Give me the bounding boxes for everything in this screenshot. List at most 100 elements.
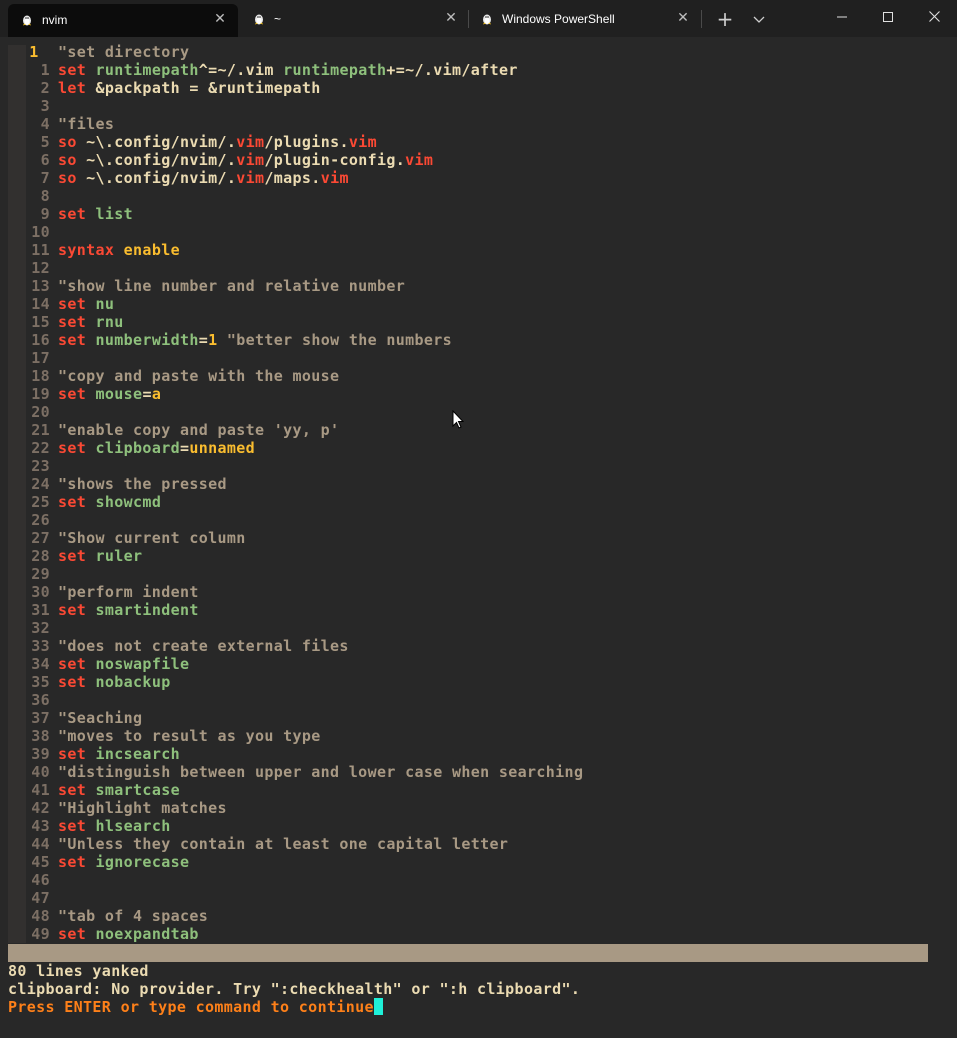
line-number: 21 xyxy=(31,421,50,439)
syntax-token: set xyxy=(58,781,96,799)
close-window-icon[interactable] xyxy=(911,0,957,37)
syntax-token: vim xyxy=(320,169,349,187)
syntax-token: showcmd xyxy=(95,493,162,511)
line-number: 16 xyxy=(31,331,50,349)
line-number: 5 xyxy=(40,133,50,151)
syntax-token: set xyxy=(58,295,96,313)
syntax-token: ignorecase xyxy=(95,853,190,871)
syntax-token: "distinguish between upper and lower cas… xyxy=(58,763,584,781)
syntax-token: set xyxy=(58,61,96,79)
syntax-token: so xyxy=(58,133,87,151)
line-text: "shows the pressed xyxy=(58,475,227,493)
syntax-token: "set directory xyxy=(58,43,190,61)
syntax-token: smartindent xyxy=(95,601,199,619)
linux-penguin-icon xyxy=(253,13,265,25)
syntax-token: "does not create external files xyxy=(58,637,349,655)
syntax-token: ~\.config/nvim/. xyxy=(86,169,237,187)
line-text: "Seaching xyxy=(58,709,142,727)
line-text: "files xyxy=(58,115,114,133)
line-text: set rnu xyxy=(58,313,124,331)
line-text: set numberwidth=1 "better show the numbe… xyxy=(58,331,452,349)
line-text: "set directory xyxy=(58,43,189,61)
close-tab-icon[interactable]: ✕ xyxy=(213,11,227,25)
line-text: set smartcase xyxy=(58,781,180,799)
syntax-token: &packpath = &runtimepath xyxy=(95,79,321,97)
line-number: 33 xyxy=(31,637,50,655)
syntax-token: set xyxy=(58,331,96,349)
maximize-icon[interactable] xyxy=(865,0,911,37)
syntax-token: set xyxy=(58,925,96,943)
syntax-token: set xyxy=(58,853,96,871)
terminal-pane[interactable]: 1 "set directory 1 set runtimepath^=~/.vim … xyxy=(0,37,957,1038)
line-number: 30 xyxy=(31,583,50,601)
line-text: set noexpandtab xyxy=(58,925,199,943)
syntax-token: hlsearch xyxy=(95,817,171,835)
line-number: 26 xyxy=(31,511,50,529)
line-text: set clipboard=unnamed xyxy=(58,439,255,457)
line-text: set noswapfile xyxy=(58,655,189,673)
syntax-token: so xyxy=(58,151,87,169)
line-number: 6 xyxy=(40,151,50,169)
tab-powershell[interactable]: Windows PowerShell ✕ xyxy=(468,0,696,37)
syntax-token: runtimepath xyxy=(283,61,387,79)
tab-label: ~ xyxy=(274,12,282,26)
syntax-token: unnamed xyxy=(189,439,256,457)
terminal-cursor xyxy=(373,998,383,1015)
syntax-token: "Seaching xyxy=(58,709,143,727)
line-number: 28 xyxy=(31,547,50,565)
line-text: so ~\.config/nvim/.vim/plugins.vim xyxy=(58,133,377,151)
line-text: set nobackup xyxy=(58,673,171,691)
line-number: 22 xyxy=(31,439,50,457)
syntax-token: = xyxy=(198,331,209,349)
syntax-token: nu xyxy=(95,295,115,313)
line-number: 4 xyxy=(40,115,50,133)
line-number: 19 xyxy=(31,385,50,403)
syntax-token: "perform indent xyxy=(58,583,199,601)
tab-dropdown-chevron-icon[interactable] xyxy=(749,9,769,29)
line-text: "Highlight matches xyxy=(58,799,227,817)
line-number: 46 xyxy=(31,871,50,889)
line-text: set ruler xyxy=(58,547,142,565)
minimize-icon[interactable] xyxy=(819,0,865,37)
syntax-token: set xyxy=(58,655,96,673)
tab-label: Windows PowerShell xyxy=(502,12,615,26)
syntax-token: syntax xyxy=(58,241,124,259)
syntax-token: incsearch xyxy=(95,745,180,763)
line-number: 45 xyxy=(31,853,50,871)
mouse-pointer-icon xyxy=(452,409,465,434)
line-text: "moves to result as you type xyxy=(58,727,321,745)
line-number: 20 xyxy=(31,403,50,421)
syntax-token: "enable copy and paste 'yy, p' xyxy=(58,421,340,439)
linux-penguin-icon xyxy=(481,13,493,25)
syntax-token: "show line number and relative number xyxy=(58,277,406,295)
line-text: set showcmd xyxy=(58,493,161,511)
syntax-token: vim xyxy=(236,133,265,151)
line-number: 42 xyxy=(31,799,50,817)
tab-home[interactable]: ~ ✕ xyxy=(240,0,468,37)
line-number: 38 xyxy=(31,727,50,745)
tab-nvim[interactable]: nvim ✕ xyxy=(8,4,238,37)
line-number: 39 xyxy=(31,745,50,763)
press-enter-prompt[interactable]: Press ENTER or type command to continue xyxy=(8,998,580,1016)
line-number: 40 xyxy=(31,763,50,781)
close-tab-icon[interactable]: ✕ xyxy=(676,10,690,24)
line-text: "does not create external files xyxy=(58,637,349,655)
line-text: "enable copy and paste 'yy, p' xyxy=(58,421,339,439)
line-text: set mouse=a xyxy=(58,385,161,403)
line-text: so ~\.config/nvim/.vim/plugin-config.vim xyxy=(58,151,433,169)
sign-column xyxy=(8,45,26,943)
line-number: 34 xyxy=(31,655,50,673)
line-text: set hlsearch xyxy=(58,817,171,835)
line-text: set runtimepath^=~/.vim runtimepath+=~/.… xyxy=(58,61,518,79)
syntax-token: = xyxy=(179,439,190,457)
command-line-area[interactable]: 80 lines yanked clipboard: No provider. … xyxy=(8,962,580,1016)
line-number: 48 xyxy=(31,907,50,925)
line-number: 49 xyxy=(31,925,50,943)
new-tab-plus-icon[interactable]: + xyxy=(715,9,735,29)
line-number: 3 xyxy=(40,97,50,115)
syntax-token: "better show the numbers xyxy=(217,331,453,349)
close-tab-icon[interactable]: ✕ xyxy=(444,10,458,24)
line-text: set list xyxy=(58,205,133,223)
syntax-token: ~\.config/nvim/. xyxy=(86,151,237,169)
linux-penguin-icon xyxy=(21,14,33,26)
